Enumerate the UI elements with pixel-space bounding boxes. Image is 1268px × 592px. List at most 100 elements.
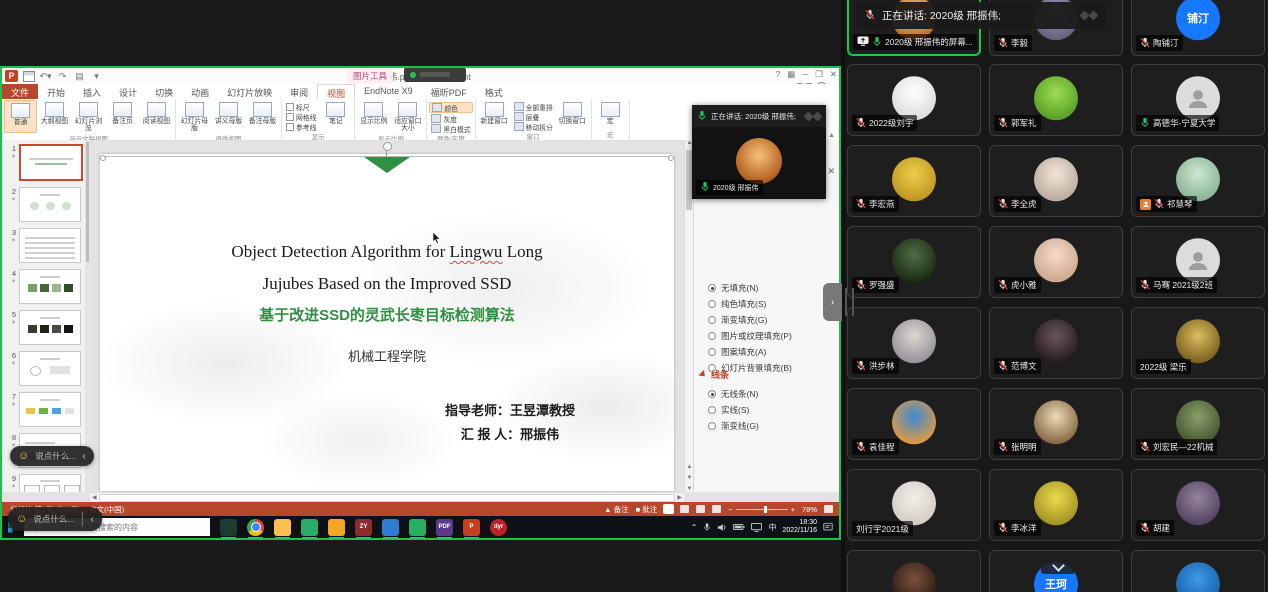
participant-tile-范博文[interactable]: 范博文 bbox=[989, 307, 1123, 379]
file-explorer-icon[interactable] bbox=[274, 519, 291, 536]
ribbon-button-备注母版[interactable]: 备注母版 bbox=[246, 100, 279, 133]
participant-tile-张明明[interactable]: 张明明 bbox=[989, 388, 1123, 460]
ribbon-button-宏[interactable]: 宏 bbox=[594, 100, 627, 129]
ribbon-button-灰度[interactable]: 灰度 bbox=[429, 114, 472, 123]
zy-app-icon[interactable]: ZY bbox=[355, 519, 372, 536]
fill-option-3[interactable]: 渐变填充(G) bbox=[708, 314, 767, 326]
scroll-more-participants-button[interactable] bbox=[1041, 559, 1075, 574]
ribbon-tab-福昕PDF[interactable]: 福昕PDF bbox=[422, 84, 476, 99]
meeting-minibar[interactable] bbox=[404, 67, 466, 82]
fill-option-1[interactable]: 无填充(N) bbox=[708, 282, 758, 294]
wechat-icon[interactable] bbox=[301, 519, 318, 536]
zoom-in-icon[interactable]: + bbox=[791, 505, 795, 514]
panel-resize-grip[interactable] bbox=[845, 288, 854, 316]
collapse-chat-icon[interactable]: ‹ bbox=[90, 514, 93, 525]
chat-bubble[interactable]: ☺ 说点什么... ‹ bbox=[10, 446, 94, 466]
ribbon-button-备注页[interactable]: 备注页 bbox=[106, 100, 139, 133]
speaker-video-tile[interactable]: 2020级 邢振伟 bbox=[692, 127, 826, 199]
zoom-slider[interactable]: − + bbox=[728, 505, 795, 514]
participant-tile[interactable] bbox=[847, 550, 981, 592]
chat-input-bar[interactable]: ☺ 说点什么... | ‹ bbox=[8, 507, 102, 531]
clock[interactable]: 18:30 2022/11/16 bbox=[782, 519, 817, 535]
ribbon-button-黑白模式[interactable]: 黑白模式 bbox=[429, 124, 472, 133]
ribbon-tab-设计[interactable]: 设计 bbox=[110, 84, 146, 99]
participant-tile-2022级刘宇[interactable]: 2022级刘宇 bbox=[847, 64, 981, 136]
ime-indicator[interactable]: 中 bbox=[768, 522, 776, 533]
ribbon-tab-幻灯片放映[interactable]: 幻灯片放映 bbox=[218, 84, 281, 99]
notes-button[interactable]: ▲ 备注 bbox=[604, 504, 629, 515]
powerpoint-icon[interactable]: P bbox=[463, 519, 480, 536]
ribbon-tab-视图[interactable]: 视图 bbox=[317, 84, 355, 100]
red-circle-app-icon[interactable]: dyr bbox=[490, 519, 507, 536]
ribbon-button-新建窗口[interactable]: 新建窗口 bbox=[478, 100, 511, 131]
green-app-icon[interactable] bbox=[409, 519, 426, 536]
participant-tile-郭军礼[interactable]: 郭军礼 bbox=[989, 64, 1123, 136]
ribbon-button-切换窗口[interactable]: 切换窗口 bbox=[556, 100, 589, 131]
participant-tile-李全虎[interactable]: 李全虎 bbox=[989, 145, 1123, 217]
minimize-icon[interactable]: ─ bbox=[802, 69, 808, 80]
participant-tile-祁慧琴[interactable]: 祁慧琴 bbox=[1131, 145, 1265, 217]
slide-title-en-line2[interactable]: Jujubes Based on the Improved SSD bbox=[100, 274, 674, 294]
pdf-app-icon[interactable]: PDF bbox=[436, 519, 453, 536]
slide-thumbnail-4[interactable]: 4✶ bbox=[6, 269, 88, 304]
slide-thumbnail-2[interactable]: 2✶ bbox=[6, 187, 88, 222]
panel-collapse-handle[interactable]: › bbox=[823, 283, 842, 321]
participant-tile-2022级 梁乐[interactable]: 2022级 梁乐 bbox=[1131, 307, 1265, 379]
chrome-icon[interactable] bbox=[247, 519, 264, 536]
slide-thumbnail-1[interactable]: 1✶ bbox=[6, 144, 88, 181]
slide-sorter-view-button[interactable] bbox=[680, 505, 689, 513]
ribbon-tab-格式[interactable]: 格式 bbox=[476, 84, 512, 99]
ribbon-button-适应窗口大小[interactable]: 适应窗口大小 bbox=[391, 100, 424, 133]
ribbon-checkbox-参考线[interactable]: 参考线 bbox=[284, 122, 318, 131]
participant-tile-高德华-宁夏大学[interactable]: 高德华-宁夏大学 bbox=[1131, 64, 1265, 136]
zoom-knob[interactable] bbox=[764, 506, 767, 513]
collapse-chat-icon[interactable]: ‹ bbox=[82, 451, 85, 462]
participant-tile-袁佳程[interactable]: 袁佳程 bbox=[847, 388, 981, 460]
participant-tile-罗强盛[interactable]: 罗强盛 bbox=[847, 226, 981, 298]
line-option-3[interactable]: 渐变线(G) bbox=[708, 420, 759, 432]
fit-to-window-button[interactable] bbox=[824, 505, 833, 513]
participant-tile-马骞 2021级2班[interactable]: 马骞 2021级2班 bbox=[1131, 226, 1265, 298]
ribbon-button-大纲视图[interactable]: 大纲视图 bbox=[38, 100, 71, 133]
line-option-1[interactable]: 无线条(N) bbox=[708, 388, 758, 400]
ribbon-button-笔记[interactable]: 笔记 bbox=[319, 100, 352, 131]
fill-option-5[interactable]: 图案填充(A) bbox=[708, 346, 766, 358]
slide-title-cn[interactable]: 基于改进SSD的灵武长枣目标检测算法 bbox=[100, 304, 674, 325]
close-icon[interactable]: ✕ bbox=[830, 69, 837, 80]
ribbon-button-层叠[interactable]: 层叠 bbox=[512, 112, 555, 121]
ribbon-checkbox-标尺[interactable]: 标尺 bbox=[284, 102, 318, 111]
ribbon-button-幻灯片母版[interactable]: 幻灯片母版 bbox=[178, 100, 211, 133]
ribbon-button-讲义母版[interactable]: 讲义母版 bbox=[212, 100, 245, 133]
reading-view-button[interactable] bbox=[696, 505, 705, 513]
blue-app-icon[interactable] bbox=[382, 519, 399, 536]
speaker-float-panel[interactable]: 正在讲话: 2020级 邢振伟; 2020级 邢振伟 bbox=[692, 105, 826, 199]
ribbon-button-颜色[interactable]: 颜色 bbox=[429, 102, 472, 113]
ribbon-button-移动拆分[interactable]: 移动拆分 bbox=[512, 122, 555, 131]
ribbon-tab-插入[interactable]: 插入 bbox=[74, 84, 110, 99]
participant-tile[interactable] bbox=[1131, 550, 1265, 592]
line-section-header[interactable]: 线条 bbox=[699, 368, 729, 381]
tray-display-icon[interactable] bbox=[751, 523, 762, 532]
ribbon-tab-动画[interactable]: 动画 bbox=[182, 84, 218, 99]
scroll-right-icon[interactable]: ▶ bbox=[677, 494, 682, 501]
slideshow-view-button[interactable] bbox=[712, 505, 721, 513]
slide-presenter[interactable]: 汇 报 人：邢振伟 bbox=[340, 424, 680, 443]
ribbon-options-icon[interactable]: ▦ bbox=[787, 69, 795, 80]
slide-thumbnail-9[interactable]: 9✶ bbox=[6, 474, 88, 492]
ribbon-tab-开始[interactable]: 开始 bbox=[38, 84, 74, 99]
green-triangle-shape[interactable] bbox=[364, 157, 410, 173]
participant-tile-虎小雅[interactable]: 虎小雅 bbox=[989, 226, 1123, 298]
ribbon-tab-EndNote X9[interactable]: EndNote X9 bbox=[355, 84, 422, 99]
tray-speaker-icon[interactable] bbox=[717, 523, 727, 532]
slide-canvas[interactable]: Object Detection Algorithm for Lingwu Lo… bbox=[100, 154, 674, 491]
ribbon-checkbox-网格线[interactable]: 网格线 bbox=[284, 112, 318, 121]
participant-tile-刘宏民—22机械[interactable]: 刘宏民—22机械 bbox=[1131, 388, 1265, 460]
participant-tile-刘行宇2021级[interactable]: 刘行宇2021级 bbox=[847, 469, 981, 541]
zoom-out-icon[interactable]: − bbox=[728, 505, 732, 514]
notification-icon[interactable] bbox=[823, 522, 833, 532]
ribbon-tab-审阅[interactable]: 审阅 bbox=[281, 84, 317, 99]
slide-department[interactable]: 机械工程学院 bbox=[100, 346, 674, 365]
ribbon-button-幻灯片浏览[interactable]: 幻灯片浏览 bbox=[72, 100, 105, 133]
ribbon-button-显示比例[interactable]: 显示比例 bbox=[357, 100, 390, 133]
tray-mic-icon[interactable] bbox=[703, 522, 711, 532]
